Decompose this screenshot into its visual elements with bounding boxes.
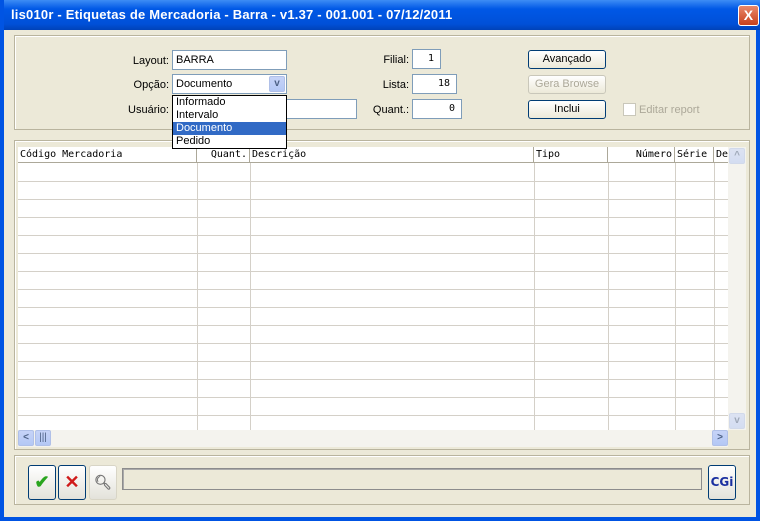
x-icon: ✕: [64, 472, 80, 492]
grid-column-line: [608, 163, 609, 430]
column-de[interactable]: De: [714, 147, 728, 163]
close-button[interactable]: X: [738, 5, 759, 26]
chevron-down-icon[interactable]: v: [269, 76, 285, 92]
main-window: lis010r - Etiquetas de Mercadoria - Barr…: [0, 0, 760, 521]
grid-column-line: [714, 163, 715, 430]
opcao-label: Opção:: [133, 79, 169, 91]
window-title: lis010r - Etiquetas de Mercadoria - Barr…: [11, 7, 453, 22]
scroll-thumb[interactable]: |||: [35, 430, 51, 446]
column-numero[interactable]: Número: [608, 147, 675, 163]
usuario-label: Usuário:: [128, 104, 169, 116]
option-pedido[interactable]: Pedido: [173, 135, 286, 148]
grid-row-line: [18, 199, 728, 200]
column-quant[interactable]: Quant.: [197, 147, 250, 163]
filial-label: Filial:: [383, 54, 409, 66]
horizontal-scrollbar[interactable]: < ||| >: [18, 430, 728, 447]
scroll-left-icon[interactable]: <: [18, 430, 34, 446]
data-grid[interactable]: Código Mercadoria Quant. Descrição Tipo …: [18, 147, 728, 430]
editar-report-label: Editar report: [639, 104, 700, 116]
grid-column-line: [675, 163, 676, 430]
column-descricao[interactable]: Descrição: [250, 147, 534, 163]
grid-row-line: [18, 253, 728, 254]
lista-input[interactable]: 18: [412, 74, 457, 94]
check-icon: ✔: [34, 472, 50, 492]
grid-column-line: [534, 163, 535, 430]
grid-row-line: [18, 289, 728, 290]
filial-input[interactable]: 1: [412, 49, 441, 69]
scroll-up-icon[interactable]: ^: [729, 148, 745, 164]
grid-column-line: [250, 163, 251, 430]
grid-column-line: [197, 163, 198, 430]
opcao-select[interactable]: Documento v: [172, 74, 287, 94]
column-serie[interactable]: Série: [675, 147, 714, 163]
status-bar: [122, 468, 702, 490]
layout-label: Layout:: [132, 55, 169, 67]
option-intervalo[interactable]: Intervalo: [173, 109, 286, 122]
inclui-button[interactable]: Inclui: [528, 100, 606, 119]
grid-row-line: [18, 181, 728, 182]
avancado-button[interactable]: Avançado: [528, 50, 606, 69]
title-bar: lis010r - Etiquetas de Mercadoria - Barr…: [4, 0, 760, 30]
grid-row-line: [18, 307, 728, 308]
grid-row-line: [18, 325, 728, 326]
gera-browse-button[interactable]: Gera Browse: [528, 75, 606, 94]
grid-row-line: [18, 235, 728, 236]
option-informado[interactable]: Informado: [173, 96, 286, 109]
grid-row-line: [18, 415, 728, 416]
grid-row-line: [18, 343, 728, 344]
grid-row-line: [18, 361, 728, 362]
scroll-down-icon[interactable]: v: [729, 413, 745, 429]
option-documento[interactable]: Documento: [173, 122, 286, 135]
quant-label: Quant.:: [372, 104, 409, 116]
layout-input[interactable]: BARRA: [172, 50, 287, 70]
cgi-logo-button[interactable]: CGi: [708, 465, 736, 500]
confirm-button[interactable]: ✔: [28, 465, 56, 500]
grid-row-line: [18, 217, 728, 218]
column-tipo[interactable]: Tipo: [534, 147, 608, 163]
lista-label: Lista:: [382, 79, 409, 91]
cancel-button[interactable]: ✕: [58, 465, 86, 500]
search-button[interactable]: 🔍︎: [89, 465, 117, 500]
opcao-value: Documento: [176, 78, 233, 90]
grid-row-line: [18, 379, 728, 380]
editar-report-checkbox[interactable]: [623, 103, 636, 116]
vertical-scrollbar[interactable]: ^ v: [728, 147, 746, 430]
scroll-right-icon[interactable]: >: [712, 430, 728, 446]
quant-input[interactable]: 0: [412, 99, 462, 119]
column-codigo[interactable]: Código Mercadoria: [18, 147, 197, 163]
grid-row-line: [18, 397, 728, 398]
grid-row-line: [18, 271, 728, 272]
opcao-dropdown: Informado Intervalo Documento Pedido: [172, 95, 287, 149]
magnifier-icon: 🔍︎: [94, 474, 112, 490]
